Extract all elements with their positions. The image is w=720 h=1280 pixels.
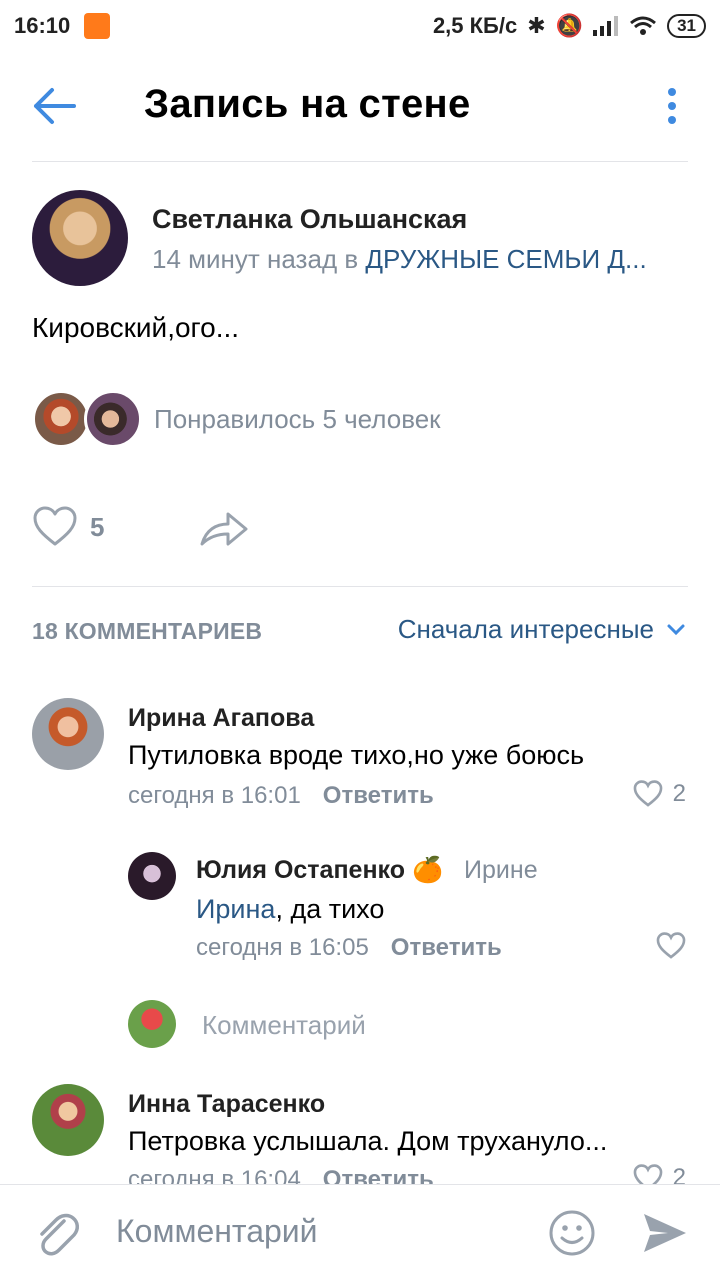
post-group-link[interactable]: ДРУЖНЫЕ СЕМЬИ Д... xyxy=(365,244,646,274)
post-time: 14 минут назад в xyxy=(152,244,359,274)
post-like-button[interactable]: 5 xyxy=(32,506,104,548)
signal-icon xyxy=(593,16,619,36)
heart-icon xyxy=(33,506,77,546)
reply-to[interactable]: Ирине xyxy=(464,856,538,884)
post-like-count: 5 xyxy=(90,511,105,542)
mention-link[interactable]: Ирина xyxy=(196,894,275,924)
post-meta: 14 минут назад в ДРУЖНЫЕ СЕМЬИ Д... xyxy=(152,244,682,275)
bluetooth-icon: ✱ xyxy=(527,13,546,38)
orange-emoji-icon: 🍊 xyxy=(411,856,444,884)
more-vertical-icon[interactable] xyxy=(662,86,682,126)
comment-avatar[interactable] xyxy=(32,1084,104,1156)
battery-indicator: 31 xyxy=(667,14,706,38)
reply-avatar[interactable] xyxy=(128,852,176,900)
heart-icon xyxy=(656,932,686,959)
my-avatar xyxy=(128,1000,176,1048)
back-arrow-icon[interactable] xyxy=(32,86,78,126)
share-icon[interactable] xyxy=(198,508,250,550)
status-bar: 16:10 2,5 КБ/с ✱ 🔕 31 xyxy=(0,0,720,52)
status-time: 16:10 xyxy=(14,13,71,38)
liker-avatar xyxy=(32,390,90,448)
status-right: 2,5 КБ/с ✱ 🔕 31 xyxy=(433,13,706,39)
chevron-down-icon xyxy=(667,624,685,635)
send-icon[interactable] xyxy=(642,1211,688,1255)
reply-text-body: , да тихо xyxy=(275,894,385,924)
reply-text: Ирина, да тихо xyxy=(196,894,384,925)
likers-text[interactable]: Понравилось 5 человек xyxy=(154,404,441,435)
comment-like-count: 2 xyxy=(672,780,686,807)
likers-avatars[interactable] xyxy=(32,390,142,448)
liker-avatar xyxy=(84,390,142,448)
post-text: Кировский,ого... xyxy=(32,312,240,343)
app-header: Запись на стене xyxy=(0,52,720,162)
header-divider xyxy=(32,161,688,162)
comment-input[interactable]: Комментарий xyxy=(116,1213,318,1250)
page-title: Запись на стене xyxy=(144,82,471,126)
comment-author[interactable]: Инна Тарасенко xyxy=(128,1090,325,1119)
app-notification-icon xyxy=(84,13,111,39)
reply-button[interactable]: Ответить xyxy=(391,934,502,961)
post-author-name[interactable]: Светланка Ольшанская xyxy=(152,204,467,235)
comment-avatar[interactable] xyxy=(32,698,104,770)
reply-like-button[interactable] xyxy=(656,932,686,960)
wifi-icon xyxy=(630,16,657,35)
actions-divider xyxy=(32,586,688,587)
reply-meta: сегодня в 16:05 Ответить xyxy=(196,934,502,962)
smile-icon[interactable] xyxy=(548,1209,596,1257)
comment-meta: сегодня в 16:01 Ответить xyxy=(128,782,434,810)
author-avatar[interactable] xyxy=(32,190,128,286)
comment-author[interactable]: Ирина Агапова xyxy=(128,704,314,733)
reply-author[interactable]: Юлия Остапенко xyxy=(196,856,405,884)
heart-icon xyxy=(633,780,662,807)
sort-dropdown[interactable]: Сначала интересные xyxy=(398,614,686,645)
mute-icon: 🔕 xyxy=(555,13,584,38)
sort-label: Сначала интересные xyxy=(397,614,654,644)
net-speed: 2,5 КБ/с xyxy=(432,13,518,38)
comment-time: сегодня в 16:01 xyxy=(128,782,301,809)
reply-author-line: Юлия Остапенко 🍊 Ирине xyxy=(196,856,538,885)
comment-text: Петровка услышала. Дом трухануло... xyxy=(128,1126,608,1156)
comments-count: 18 КОММЕНТАРИЕВ xyxy=(32,618,263,644)
inline-comment-field[interactable]: Комментарий xyxy=(202,1010,366,1041)
comment-like-button[interactable]: 2 xyxy=(633,780,686,808)
comment-text: Путиловка вроде тихо,но уже боюсь xyxy=(128,740,585,770)
reply-button[interactable]: Ответить xyxy=(323,782,434,809)
comment-composer: Комментарий xyxy=(0,1184,720,1280)
reply-time: сегодня в 16:05 xyxy=(196,934,369,961)
paperclip-icon[interactable] xyxy=(34,1207,80,1259)
